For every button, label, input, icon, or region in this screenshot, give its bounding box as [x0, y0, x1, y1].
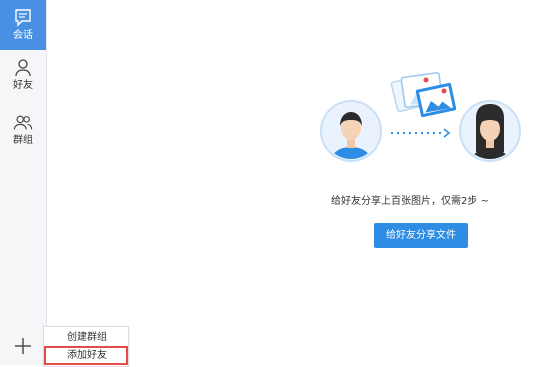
- male-avatar-icon: [320, 100, 382, 162]
- female-avatar-icon: [459, 100, 521, 162]
- arrow-icon: [391, 128, 451, 138]
- share-files-button[interactable]: 给好友分享文件: [374, 223, 468, 248]
- share-illustration: [320, 72, 521, 162]
- photo-stack-icon: [390, 72, 457, 118]
- share-caption: 给好友分享上百张图片，仅需2步 ~: [331, 196, 489, 207]
